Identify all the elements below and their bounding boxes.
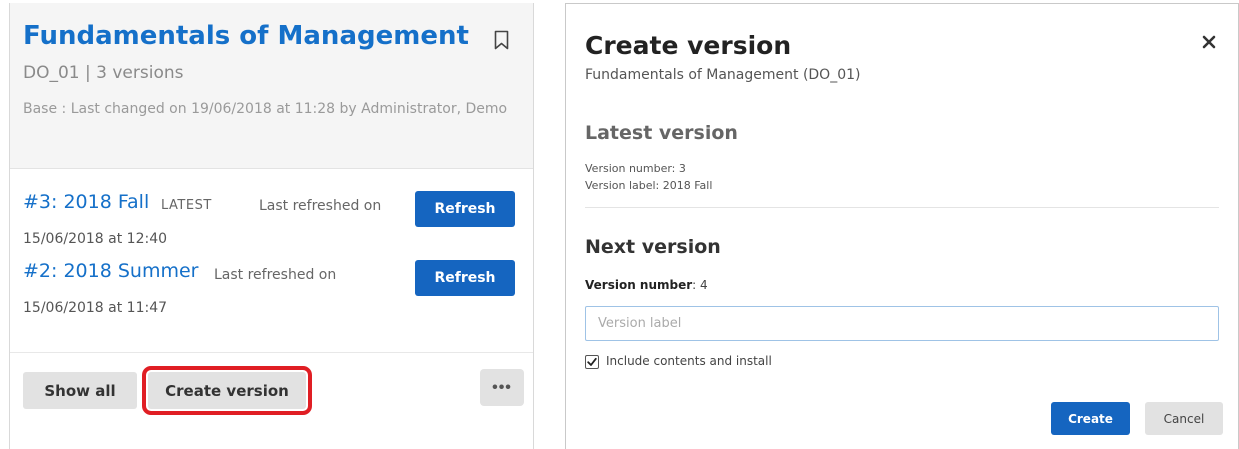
- dialog-subtitle: Fundamentals of Management (DO_01): [585, 67, 861, 83]
- latest-tag: LATEST: [161, 198, 212, 213]
- next-version-heading: Next version: [585, 236, 721, 258]
- course-card: Fundamentals of Management DO_01 | 3 ver…: [9, 3, 534, 449]
- more-icon[interactable]: •••: [480, 369, 524, 406]
- version-link[interactable]: #3: 2018 Fall: [23, 191, 149, 213]
- create-version-button[interactable]: Create version: [142, 366, 312, 415]
- next-version-number-label: Version number: [585, 278, 693, 292]
- create-version-dialog: Create version Fundamentals of Managemen…: [565, 3, 1239, 449]
- refreshed-label: Last refreshed on: [259, 198, 382, 214]
- version-link[interactable]: #2: 2018 Summer: [23, 260, 198, 282]
- next-version-number: Version number: 4: [585, 278, 708, 292]
- latest-version-heading: Latest version: [585, 122, 738, 144]
- latest-version-label: Version label: 2018 Fall: [585, 179, 713, 192]
- refreshed-label: Last refreshed on: [214, 267, 337, 283]
- section-divider: [585, 207, 1219, 208]
- refresh-button[interactable]: Refresh: [415, 260, 515, 296]
- bookmark-icon[interactable]: [494, 30, 509, 50]
- include-contents-checkbox[interactable]: [585, 355, 599, 369]
- version-label-input[interactable]: [585, 306, 1219, 341]
- latest-version-number: Version number: 3: [585, 162, 686, 175]
- next-version-number-value: : 4: [692, 278, 708, 292]
- refreshed-date: 15/06/2018 at 12:40: [23, 231, 168, 247]
- checkmark-icon: [587, 357, 597, 366]
- course-code-versions: DO_01 | 3 versions: [23, 63, 184, 83]
- cancel-button[interactable]: Cancel: [1145, 402, 1223, 435]
- close-icon[interactable]: [1202, 35, 1216, 49]
- dialog-title: Create version: [585, 31, 792, 60]
- card-header: Fundamentals of Management DO_01 | 3 ver…: [10, 3, 533, 169]
- course-title[interactable]: Fundamentals of Management: [23, 21, 469, 51]
- refreshed-date: 15/06/2018 at 11:47: [23, 300, 168, 316]
- refresh-button[interactable]: Refresh: [415, 191, 515, 227]
- footer-divider: [10, 352, 533, 353]
- include-contents-label: Include contents and install: [606, 354, 772, 368]
- create-button[interactable]: Create: [1051, 402, 1130, 435]
- show-all-button[interactable]: Show all: [23, 372, 137, 409]
- base-info: Base : Last changed on 19/06/2018 at 11:…: [23, 101, 508, 117]
